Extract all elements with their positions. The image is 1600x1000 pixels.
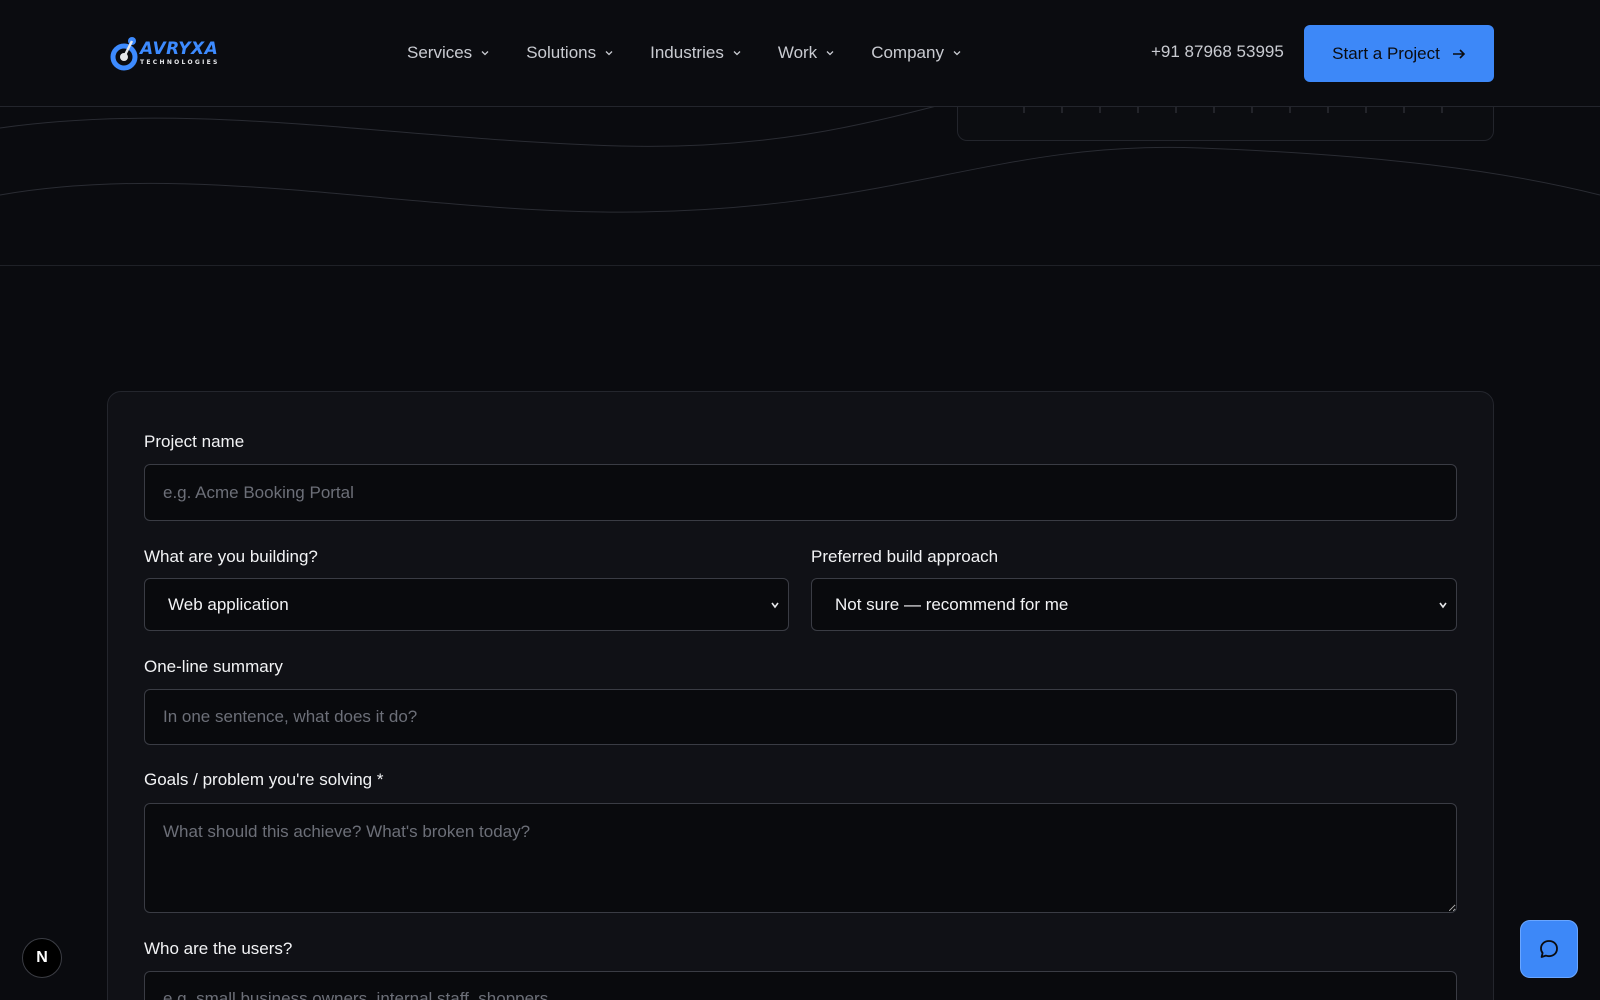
- nav-company[interactable]: Company: [871, 43, 962, 63]
- goals-textarea[interactable]: [144, 803, 1457, 913]
- chat-button[interactable]: [1520, 920, 1578, 978]
- start-project-button[interactable]: Start a Project: [1304, 25, 1494, 82]
- dev-badge-letter: N: [36, 949, 48, 966]
- arrow-right-icon: [1452, 48, 1465, 59]
- summary-label: One-line summary: [144, 657, 283, 676]
- chevron-down-icon: [733, 51, 741, 56]
- nav-solutions-label: Solutions: [526, 43, 597, 62]
- approach-select-value: Not sure — recommend for me: [835, 594, 1069, 614]
- chevron-down-icon: [481, 51, 489, 56]
- building-select[interactable]: Web application: [144, 578, 789, 631]
- nav-company-label: Company: [871, 43, 944, 62]
- nav-services[interactable]: Services: [407, 43, 490, 63]
- chevron-down-icon: [1439, 602, 1447, 608]
- goals-label: Goals / problem you're solving *: [144, 770, 384, 789]
- project-form-card: Project name What are you building? Web …: [107, 391, 1494, 1000]
- nav-industries[interactable]: Industries: [650, 43, 742, 63]
- chevron-down-icon: [826, 51, 834, 56]
- site-header: AVRYXA TECHNOLOGIES Services Solutions I…: [0, 0, 1600, 107]
- chevron-down-icon: [605, 51, 613, 56]
- chat-bubble-icon: [1540, 940, 1558, 958]
- logo-subtitle: TECHNOLOGIES: [140, 58, 220, 66]
- approach-select[interactable]: Not sure — recommend for me: [811, 578, 1457, 631]
- nav-solutions[interactable]: Solutions: [526, 43, 614, 63]
- main-nav: Services Solutions Industries Work Compa…: [407, 40, 962, 66]
- nav-work-label: Work: [777, 43, 818, 62]
- chevron-down-icon: [953, 51, 961, 56]
- phone-link[interactable]: +91 87968 53995: [1151, 42, 1284, 62]
- chevron-down-icon: [771, 602, 779, 608]
- logo-text: AVRYXA TECHNOLOGIES: [140, 38, 220, 66]
- approach-label: Preferred build approach: [811, 547, 999, 566]
- dev-badge[interactable]: N: [22, 938, 62, 978]
- start-project-label: Start a Project: [1332, 43, 1440, 63]
- summary-input[interactable]: [144, 689, 1457, 745]
- logo-word: AVRYXA: [140, 38, 219, 59]
- project-name-label: Project name: [144, 432, 245, 451]
- building-label: What are you building?: [144, 547, 318, 566]
- nav-industries-label: Industries: [650, 43, 724, 62]
- users-label: Who are the users?: [144, 939, 293, 958]
- logo-mark-icon: [110, 37, 138, 71]
- users-input[interactable]: [144, 971, 1457, 1000]
- nav-services-label: Services: [407, 43, 473, 62]
- nav-work[interactable]: Work: [778, 43, 835, 63]
- building-select-value: Web application: [168, 594, 289, 614]
- project-name-input[interactable]: [144, 464, 1457, 521]
- brand-logo[interactable]: AVRYXA TECHNOLOGIES: [108, 32, 238, 74]
